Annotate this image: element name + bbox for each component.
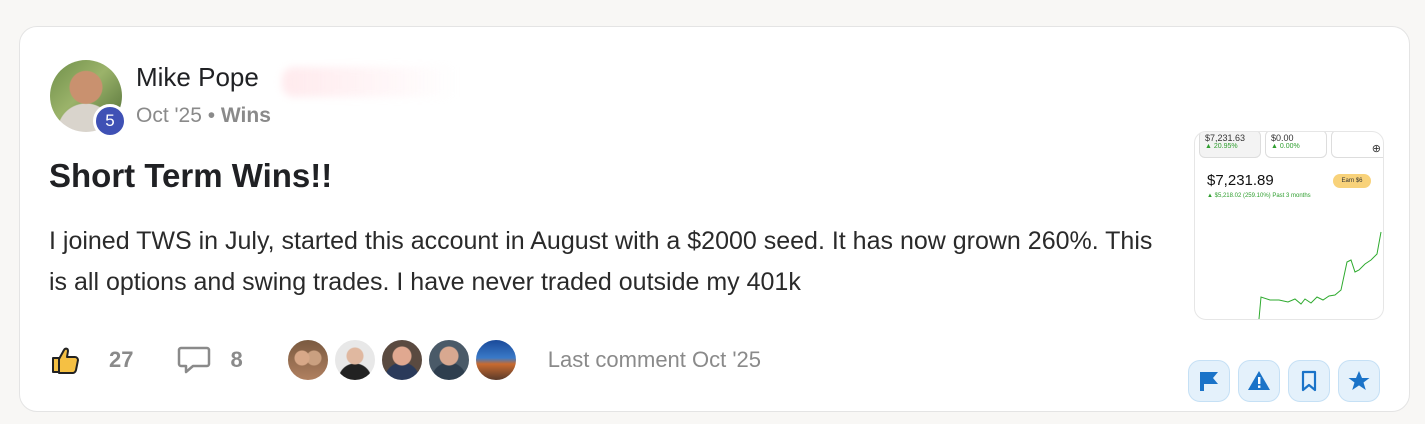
flag-button[interactable] <box>1188 360 1230 402</box>
avatar[interactable] <box>285 338 330 382</box>
avatar[interactable] <box>426 338 471 382</box>
post-category[interactable]: Wins <box>221 104 271 127</box>
last-comment[interactable]: Last comment Oct '25 <box>548 347 761 373</box>
comment-count: 8 <box>230 347 243 372</box>
post-meta: Oct '25 • Wins <box>136 104 271 128</box>
avatar[interactable] <box>473 338 518 382</box>
post-footer: 27 8 Last comment Oct '25 <box>50 338 761 382</box>
level-badge: 5 <box>93 104 127 138</box>
author-name[interactable]: Mike Pope <box>136 62 259 93</box>
post-date: Oct '25 <box>136 104 202 127</box>
avatar[interactable] <box>379 338 424 382</box>
bookmark-icon <box>1301 370 1317 392</box>
thumbs-up-icon[interactable] <box>50 344 82 376</box>
favorite-button[interactable] <box>1338 360 1380 402</box>
post-actions <box>1188 360 1380 402</box>
avatar[interactable] <box>332 338 377 382</box>
post-body: I joined TWS in July, started this accou… <box>49 227 1153 296</box>
like-count: 27 <box>109 347 134 372</box>
speech-bubble-icon[interactable] <box>177 345 211 375</box>
star-icon <box>1348 371 1370 390</box>
post-card: 5 Mike Pope Oct '25 • Wins Short Term Wi… <box>19 26 1410 412</box>
attachment-thumbnail[interactable]: $7,231.63 ▲ 20.95% $0.00 ▲ 0.00% ⊕ $7,23… <box>1194 131 1384 320</box>
author-avatar-wrap[interactable]: 5 <box>50 60 127 138</box>
thumb-line-chart <box>1258 231 1382 319</box>
warning-icon <box>1248 371 1270 390</box>
flag-icon <box>1200 372 1218 391</box>
post-title[interactable]: Short Term Wins!! <box>49 157 332 195</box>
report-button[interactable] <box>1238 360 1280 402</box>
commenter-avatars <box>285 338 518 382</box>
bookmark-button[interactable] <box>1288 360 1330 402</box>
meta-separator: • <box>207 104 216 127</box>
redacted-area <box>282 67 532 97</box>
